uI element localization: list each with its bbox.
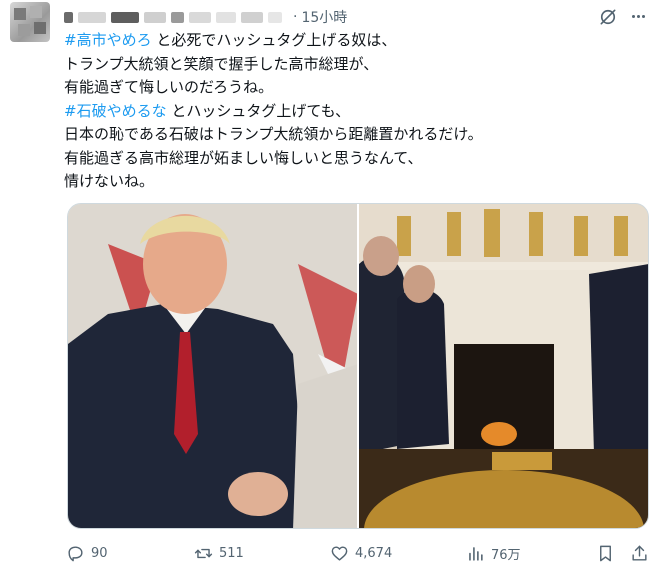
like-button[interactable]: 4,674 [330,544,392,563]
timestamp[interactable]: 15小時 [301,7,347,27]
bookmark-button[interactable] [596,544,615,563]
tweet-text: #高市やめろ と必死でハッシュタグ上げる奴は、 トランプ大統領と笑顔で握手した高… [64,29,654,194]
reply-icon [68,546,83,562]
tweet-header: · 15小時 [64,6,347,28]
like-count: 4,674 [355,546,393,561]
repost-icon [194,548,213,559]
tweet: · 15小時 #高市やめろ と必死でハッシュタグ上げる奴は、 トランプ大統領と笑… [0,0,663,575]
media-grid [67,203,649,529]
more-icon[interactable] [626,6,650,26]
tweet-line-6: 有能過ぎる高市総理が妬ましい悔しいと思うなんて、 [64,148,423,167]
time-separator: · [293,9,298,25]
reply-button[interactable]: 90 [66,544,108,563]
tweet-line-5: 日本の恥である石破はトランプ大統領から距離置かれるだけ。 [64,125,483,143]
tweet-line-7: 情けないね。 [64,172,155,190]
views-count: 76万 [491,548,521,563]
hashtag-link[interactable]: #石破やめるな [64,102,167,120]
grok-icon[interactable] [598,7,618,27]
tweet-line-3: 有能過ぎて悔しいのだろうね。 [64,78,274,96]
hashtag-link[interactable]: #高市やめろ [64,31,152,49]
views-icon [469,547,483,561]
repost-button[interactable]: 511 [194,544,244,563]
display-name-redacted[interactable] [64,11,287,23]
avatar[interactable] [10,2,50,42]
photo-handshake[interactable] [68,204,357,528]
reply-count: 90 [91,546,108,561]
action-bar: 90 511 4,674 76万 [64,540,654,570]
tweet-line-2: トランプ大統領と笑顔で握手した高市総理が、 [64,54,379,73]
repost-count: 511 [219,546,244,561]
views-button[interactable]: 76万 [466,544,521,563]
like-icon [331,546,348,561]
photo-oval-office[interactable] [359,204,648,528]
bookmark-icon [600,545,611,562]
tweet-line-4: #石破やめるな とハッシュタグ上げても、 [64,101,351,120]
share-icon [632,545,647,561]
tweet-line-1: #高市やめろ と必死でハッシュタグ上げる奴は、 [64,31,397,49]
share-button[interactable] [630,544,649,563]
